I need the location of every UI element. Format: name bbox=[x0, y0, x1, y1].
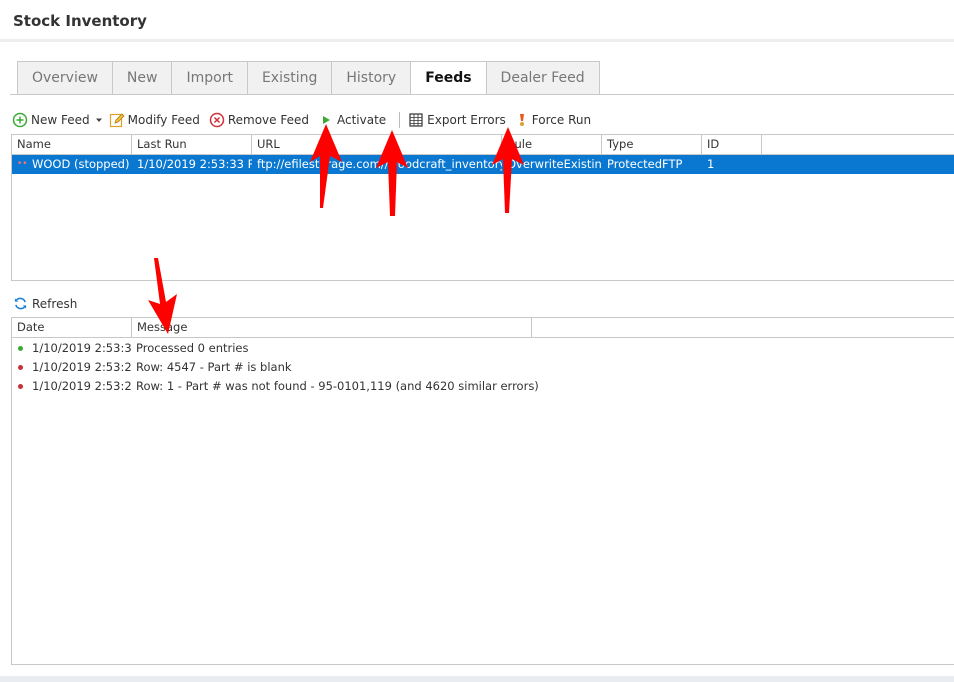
annotation-arrow-icon bbox=[148, 258, 177, 334]
remove-feed-label: Remove Feed bbox=[227, 113, 309, 127]
log-date: 1/10/2019 2:53:21... bbox=[32, 360, 132, 374]
grid-export-icon bbox=[409, 113, 423, 127]
force-run-label: Force Run bbox=[531, 113, 592, 127]
log-message: Row: 4547 - Part # is blank bbox=[136, 360, 292, 374]
success-status-icon bbox=[18, 346, 23, 351]
modify-feed-label: Modify Feed bbox=[127, 113, 200, 127]
column-header-last-run[interactable]: Last Run bbox=[132, 135, 252, 154]
cell-name: WOOD (stopped) bbox=[32, 157, 130, 171]
annotation-arrow-icon bbox=[310, 124, 342, 208]
remove-feed-button[interactable]: Remove Feed bbox=[209, 110, 309, 130]
tab-new[interactable]: New bbox=[111, 61, 172, 95]
refresh-button[interactable]: Refresh bbox=[13, 296, 77, 311]
log-date: 1/10/2019 2:53:21... bbox=[32, 379, 132, 393]
cell-last-run: 1/10/2019 2:53:33 PM bbox=[137, 157, 252, 171]
column-header-date[interactable]: Date bbox=[12, 318, 132, 337]
toolbar-separator bbox=[399, 112, 401, 128]
app-header: Stock Inventory bbox=[0, 0, 954, 42]
remove-circle-icon bbox=[209, 112, 225, 128]
column-header-type[interactable]: Type bbox=[602, 135, 702, 154]
list-item[interactable]: 1/10/2019 2:53:21... Row: 1 - Part # was… bbox=[12, 377, 954, 396]
chevron-down-icon[interactable] bbox=[95, 116, 103, 124]
new-feed-label: New Feed bbox=[31, 113, 90, 127]
new-feed-button[interactable]: New Feed bbox=[12, 110, 90, 130]
pencil-icon bbox=[109, 113, 125, 128]
list-item[interactable]: 1/10/2019 2:53:21... Row: 4547 - Part # … bbox=[12, 358, 954, 377]
app-title: Stock Inventory bbox=[13, 12, 147, 30]
log-grid: Date Message 1/10/2019 2:53:33... Proces… bbox=[11, 317, 954, 665]
tabs-divider bbox=[10, 94, 954, 95]
feeds-grid-header: Name Last Run URL Rule Type ID bbox=[12, 135, 954, 155]
error-status-icon bbox=[18, 365, 23, 370]
footer-bar bbox=[0, 676, 954, 682]
tab-bar: Overview New Import Existing History Fee… bbox=[17, 61, 600, 95]
tab-overview[interactable]: Overview bbox=[17, 61, 112, 95]
tab-feeds[interactable]: Feeds bbox=[410, 61, 486, 95]
error-status-icon bbox=[18, 384, 23, 389]
log-message: Row: 1 - Part # was not found - 95-0101,… bbox=[136, 379, 539, 393]
log-message: Processed 0 entries bbox=[136, 341, 249, 355]
tab-existing[interactable]: Existing bbox=[246, 61, 332, 95]
cell-id: 1 bbox=[707, 157, 715, 171]
annotation-arrow-icon bbox=[376, 130, 408, 216]
modify-feed-button[interactable]: Modify Feed bbox=[109, 110, 200, 130]
column-header-name[interactable]: Name bbox=[12, 135, 132, 154]
tab-import[interactable]: Import bbox=[171, 61, 247, 95]
annotation-arrow-icon bbox=[492, 127, 524, 213]
log-date: 1/10/2019 2:53:33... bbox=[32, 341, 132, 355]
list-item[interactable]: 1/10/2019 2:53:33... Processed 0 entries bbox=[12, 339, 954, 358]
plus-circle-icon bbox=[12, 112, 28, 128]
column-header-id[interactable]: ID bbox=[702, 135, 762, 154]
tab-history[interactable]: History bbox=[331, 61, 411, 95]
refresh-label: Refresh bbox=[32, 296, 78, 311]
tab-dealer-feed[interactable]: Dealer Feed bbox=[485, 61, 600, 95]
column-header-message[interactable]: Message bbox=[132, 318, 532, 337]
refresh-icon bbox=[14, 297, 27, 310]
table-row[interactable]: •• WOOD (stopped) 1/10/2019 2:53:33 PM f… bbox=[12, 155, 954, 174]
cell-type: ProtectedFTP bbox=[607, 157, 683, 171]
